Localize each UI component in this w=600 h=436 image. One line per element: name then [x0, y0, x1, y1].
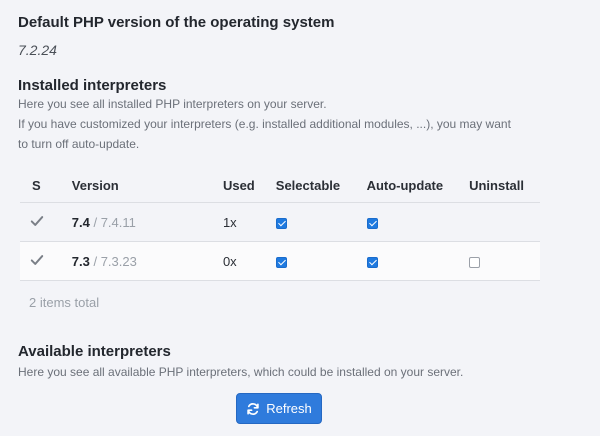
default-version-value: 7.2.24: [18, 42, 57, 58]
version-cell: 7.4 / 7.4.11: [71, 202, 223, 242]
uninstall-cell: [469, 202, 540, 242]
status-cell: [20, 241, 72, 281]
selectable-checkbox[interactable]: [275, 217, 287, 229]
interpreters-table: S Version Used Selectable Auto-update Un…: [20, 168, 540, 281]
items-total: 2 items total: [29, 295, 100, 310]
column-header-status[interactable]: S: [20, 168, 72, 203]
version-separator: /: [89, 253, 101, 269]
used-cell: 1x: [222, 202, 276, 242]
available-interpreters-heading: Available interpreters: [18, 343, 171, 360]
selectable-checkbox[interactable]: [275, 256, 287, 268]
version-major: 7.3: [71, 253, 90, 269]
auto-update-checkbox[interactable]: [366, 256, 378, 268]
version-full: 7.4.11: [100, 214, 136, 230]
default-version-heading: Default PHP version of the operating sys…: [18, 14, 335, 31]
auto-update-cell: [366, 202, 470, 242]
used-cell: 0x: [222, 241, 276, 281]
column-header-used[interactable]: Used: [222, 168, 276, 203]
version-full: 7.3.23: [100, 253, 137, 269]
table-header-row: S Version Used Selectable Auto-update Un…: [20, 168, 540, 203]
check-icon: [30, 254, 44, 265]
table-row: 7.3 / 7.3.23 0x: [20, 241, 540, 281]
refresh-icon: [247, 402, 259, 415]
check-icon: [30, 215, 44, 226]
auto-update-cell: [366, 241, 470, 281]
refresh-button-label: Refresh: [266, 401, 312, 416]
column-header-version[interactable]: Version: [71, 168, 223, 203]
version-cell: 7.3 / 7.3.23: [71, 241, 223, 281]
selectable-cell: [275, 202, 367, 242]
uninstall-cell: [469, 241, 540, 281]
description-line: Here you see all installed PHP interpret…: [18, 97, 327, 111]
column-header-uninstall[interactable]: Uninstall: [469, 168, 540, 203]
version-major: 7.4: [71, 214, 90, 230]
refresh-button[interactable]: Refresh: [236, 393, 322, 424]
table-row: 7.4 / 7.4.11 1x: [20, 202, 540, 242]
status-cell: [20, 202, 72, 242]
description-line: If you have customized your interpreters…: [18, 117, 511, 131]
column-header-auto-update[interactable]: Auto-update: [366, 168, 470, 203]
uninstall-checkbox[interactable]: [469, 256, 481, 268]
auto-update-checkbox[interactable]: [366, 217, 378, 229]
version-separator: /: [89, 214, 101, 230]
installed-interpreters-heading: Installed interpreters: [18, 77, 167, 94]
column-header-selectable[interactable]: Selectable: [275, 168, 367, 203]
selectable-cell: [275, 241, 367, 281]
available-interpreters-description: Here you see all available PHP interpret…: [18, 365, 464, 379]
installed-interpreters-description: Here you see all installed PHP interpret…: [18, 94, 558, 154]
description-line: to turn off auto-update.: [18, 137, 140, 151]
